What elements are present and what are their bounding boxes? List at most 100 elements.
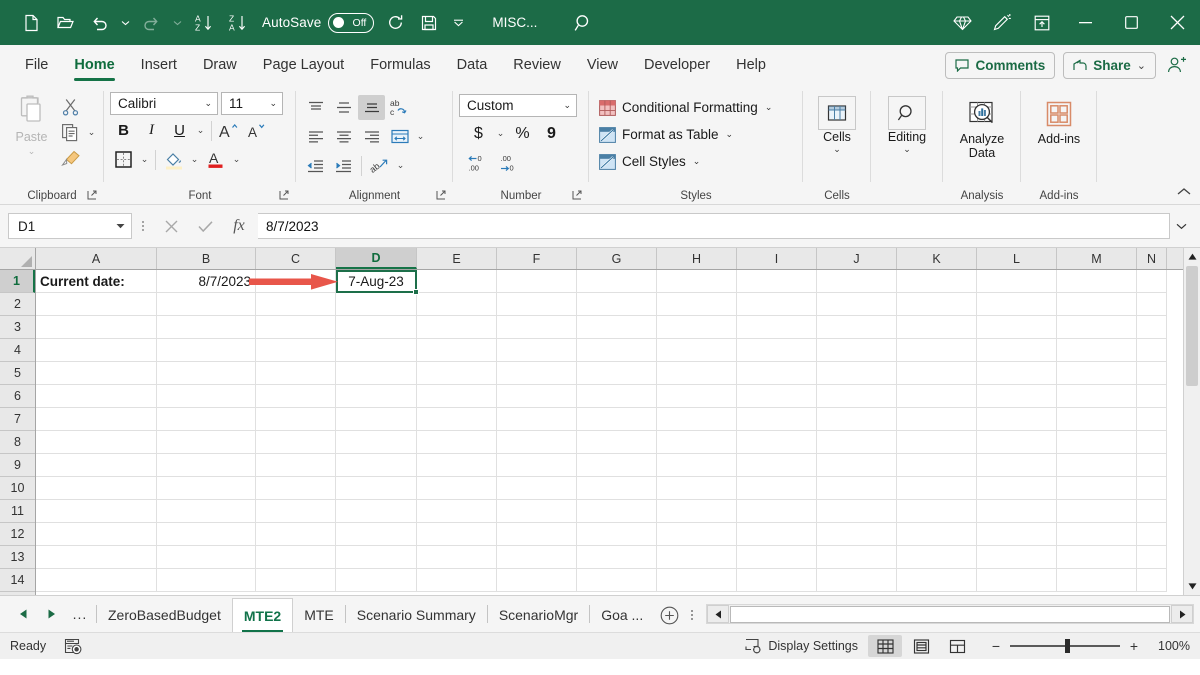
cell-n4[interactable] xyxy=(1137,339,1167,362)
cell-b3[interactable] xyxy=(157,316,256,339)
column-header-b[interactable]: B xyxy=(157,248,256,269)
tab-home[interactable]: Home xyxy=(61,45,127,85)
undo-dropdown-caret-icon[interactable] xyxy=(116,8,134,38)
cell-f4[interactable] xyxy=(497,339,577,362)
cell-e11[interactable] xyxy=(417,500,497,523)
increase-font-size-button[interactable]: A xyxy=(216,118,243,143)
cell-n7[interactable] xyxy=(1137,408,1167,431)
cell-a14[interactable] xyxy=(36,569,157,592)
cell-b13[interactable] xyxy=(157,546,256,569)
cell-i1[interactable] xyxy=(737,270,817,293)
cell-j10[interactable] xyxy=(817,477,897,500)
column-header-h[interactable]: H xyxy=(657,248,737,269)
cell-g11[interactable] xyxy=(577,500,657,523)
cell-c8[interactable] xyxy=(256,431,336,454)
conditional-formatting-button[interactable]: Conditional Formatting ⌄ xyxy=(595,95,776,120)
cell-e14[interactable] xyxy=(417,569,497,592)
cell-g14[interactable] xyxy=(577,569,657,592)
cell-i14[interactable] xyxy=(737,569,817,592)
sheet-tab-mte[interactable]: MTE xyxy=(293,598,345,632)
row-header-9[interactable]: 9 xyxy=(0,454,35,477)
editing-button[interactable]: Editing ⌄ xyxy=(877,90,937,154)
format-as-table-caret-icon[interactable]: ⌄ xyxy=(726,129,734,140)
column-header-a[interactable]: A xyxy=(36,248,157,269)
ribbon-display-options-icon[interactable] xyxy=(1022,0,1062,45)
cell-d8[interactable] xyxy=(336,431,417,454)
undo-icon[interactable] xyxy=(82,8,116,38)
column-header-j[interactable]: J xyxy=(817,248,897,269)
column-header-d[interactable]: D xyxy=(336,248,417,269)
cell-c2[interactable] xyxy=(256,293,336,316)
cell-k10[interactable] xyxy=(897,477,977,500)
cell-a1[interactable]: Current date: xyxy=(36,270,157,293)
cell-a13[interactable] xyxy=(36,546,157,569)
cell-f12[interactable] xyxy=(497,523,577,546)
decrease-decimal-button[interactable]: .00 0 xyxy=(497,151,527,176)
name-box-caret-icon[interactable] xyxy=(116,221,125,231)
cell-a3[interactable] xyxy=(36,316,157,339)
enter-formula-button[interactable] xyxy=(188,213,222,239)
cell-k12[interactable] xyxy=(897,523,977,546)
increase-indent-button[interactable] xyxy=(330,153,357,178)
cell-h14[interactable] xyxy=(657,569,737,592)
cell-l9[interactable] xyxy=(977,454,1057,477)
minimize-button[interactable] xyxy=(1062,0,1108,45)
add-ins-button[interactable]: Add-ins xyxy=(1027,90,1091,146)
cell-i12[interactable] xyxy=(737,523,817,546)
cell-k4[interactable] xyxy=(897,339,977,362)
cell-a6[interactable] xyxy=(36,385,157,408)
cell-j5[interactable] xyxy=(817,362,897,385)
cell-m2[interactable] xyxy=(1057,293,1137,316)
sheet-tab-mte2[interactable]: MTE2 xyxy=(231,598,294,633)
cell-f5[interactable] xyxy=(497,362,577,385)
cell-g10[interactable] xyxy=(577,477,657,500)
cell-b12[interactable] xyxy=(157,523,256,546)
display-settings-button[interactable]: Display Settings xyxy=(737,638,866,654)
cell-b11[interactable] xyxy=(157,500,256,523)
conditional-formatting-caret-icon[interactable]: ⌄ xyxy=(765,102,773,113)
zoom-slider-knob[interactable] xyxy=(1065,639,1070,653)
column-header-f[interactable]: F xyxy=(497,248,577,269)
cell-m11[interactable] xyxy=(1057,500,1137,523)
cell-d14[interactable] xyxy=(336,569,417,592)
cell-l11[interactable] xyxy=(977,500,1057,523)
scroll-up-button[interactable] xyxy=(1184,248,1200,265)
format-painter-button[interactable] xyxy=(57,146,84,171)
accounting-format-button[interactable]: $ xyxy=(465,121,492,146)
autosave-control[interactable]: AutoSave Off xyxy=(262,12,375,33)
cancel-formula-button[interactable] xyxy=(154,213,188,239)
prev-sheet-button[interactable] xyxy=(12,601,34,627)
cell-g1[interactable] xyxy=(577,270,657,293)
fill-color-button[interactable] xyxy=(160,147,187,172)
cell-c5[interactable] xyxy=(256,362,336,385)
tab-review[interactable]: Review xyxy=(500,45,574,85)
cell-b2[interactable] xyxy=(157,293,256,316)
row-header-11[interactable]: 11 xyxy=(0,500,35,523)
cell-m9[interactable] xyxy=(1057,454,1137,477)
underline-button[interactable]: U xyxy=(166,118,193,143)
zoom-out-button[interactable]: − xyxy=(988,638,1004,654)
cell-n5[interactable] xyxy=(1137,362,1167,385)
cell-f9[interactable] xyxy=(497,454,577,477)
cell-h9[interactable] xyxy=(657,454,737,477)
cell-b6[interactable] xyxy=(157,385,256,408)
cell-e8[interactable] xyxy=(417,431,497,454)
clipboard-dialog-launcher[interactable] xyxy=(86,189,99,202)
cell-e7[interactable] xyxy=(417,408,497,431)
cell-n8[interactable] xyxy=(1137,431,1167,454)
cell-i8[interactable] xyxy=(737,431,817,454)
cell-k14[interactable] xyxy=(897,569,977,592)
editing-caret-icon[interactable]: ⌄ xyxy=(903,144,911,154)
page-layout-view-button[interactable] xyxy=(904,635,938,657)
cell-l8[interactable] xyxy=(977,431,1057,454)
row-header-14[interactable]: 14 xyxy=(0,569,35,592)
copy-button[interactable] xyxy=(57,120,84,145)
cell-i13[interactable] xyxy=(737,546,817,569)
cell-h5[interactable] xyxy=(657,362,737,385)
cell-d12[interactable] xyxy=(336,523,417,546)
cell-k1[interactable] xyxy=(897,270,977,293)
cell-m10[interactable] xyxy=(1057,477,1137,500)
open-folder-icon[interactable] xyxy=(48,8,82,38)
cell-l13[interactable] xyxy=(977,546,1057,569)
diamond-icon[interactable] xyxy=(942,0,982,45)
